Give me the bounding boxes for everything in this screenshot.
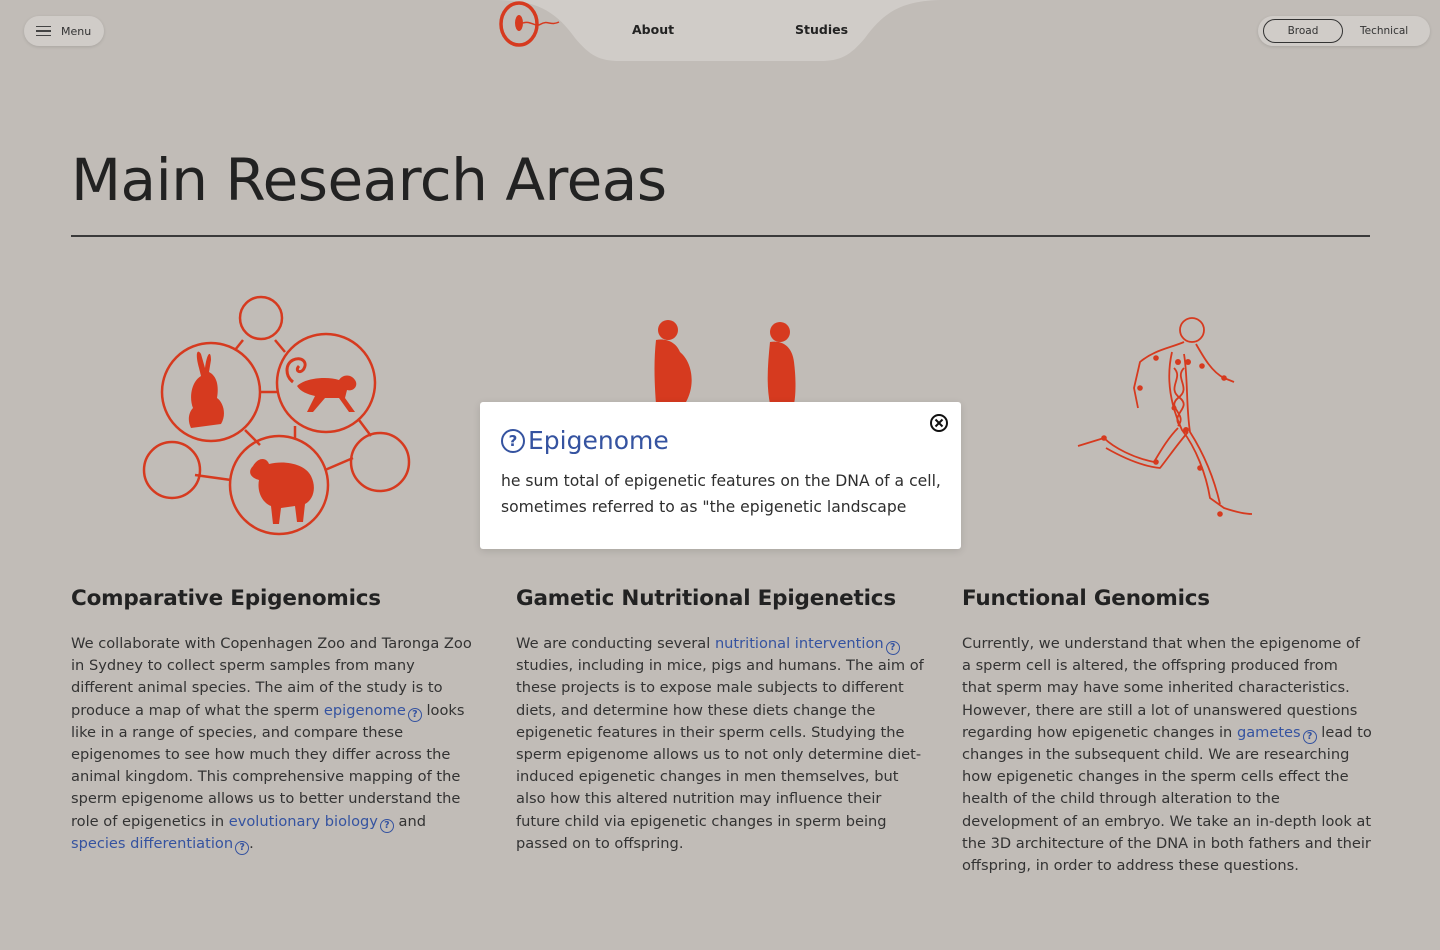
- logo-icon[interactable]: [495, 0, 561, 52]
- help-icon[interactable]: ?: [407, 707, 422, 722]
- toggle-technical-button[interactable]: Technical: [1360, 25, 1408, 37]
- help-icon: ?: [501, 428, 525, 453]
- column-title: Gametic Nutritional Epigenetics: [516, 586, 896, 611]
- column-title: Functional Genomics: [962, 586, 1210, 611]
- epigenome-link[interactable]: epigenome: [324, 702, 406, 719]
- nav-studies-link[interactable]: Studies: [795, 22, 848, 37]
- toggle-broad-button[interactable]: Broad: [1263, 19, 1343, 43]
- menu-button[interactable]: Menu: [24, 16, 104, 46]
- help-icon[interactable]: ?: [235, 840, 250, 855]
- column-comparative-epigenomics: Comparative Epigenomics We collaborate w…: [71, 586, 481, 855]
- column-functional-genomics: Functional Genomics Currently, we unders…: [962, 586, 1372, 877]
- gametes-link[interactable]: gametes: [1237, 724, 1301, 741]
- popup-body: he sum total of epigenetic features on t…: [501, 472, 941, 516]
- nutritional-intervention-link[interactable]: nutritional intervention: [715, 635, 884, 652]
- human-silhouettes-icon: [654, 320, 796, 404]
- audience-toggle: Broad Technical: [1258, 16, 1430, 46]
- species-differentiation-link[interactable]: species differentiation: [71, 835, 233, 852]
- column-text: We are conducting several nutritional in…: [516, 635, 924, 852]
- runner-dna-icon: [1077, 317, 1253, 517]
- close-icon[interactable]: [928, 412, 950, 434]
- column-text: We collaborate with Copenhagen Zoo and T…: [71, 635, 472, 855]
- help-icon[interactable]: ?: [379, 818, 394, 833]
- hamburger-icon: [36, 25, 51, 37]
- definition-popup: ? Epigenome he sum total of epigenetic f…: [480, 402, 961, 549]
- popup-title: ? Epigenome: [501, 426, 941, 455]
- column-text: Currently, we understand that when the e…: [962, 635, 1372, 875]
- help-icon[interactable]: ?: [885, 641, 900, 655]
- menu-label: Menu: [61, 24, 92, 38]
- popup-title-text: Epigenome: [528, 426, 669, 455]
- evolutionary-biology-link[interactable]: evolutionary biology: [229, 813, 378, 830]
- top-nav: About Studies: [495, 0, 945, 62]
- animal-network-icon: [142, 295, 411, 536]
- column-title: Comparative Epigenomics: [71, 586, 381, 611]
- title-divider: [71, 235, 1370, 237]
- nav-about-link[interactable]: About: [632, 22, 674, 37]
- column-gametic-nutritional-epigenetics: Gametic Nutritional Epigenetics We are c…: [516, 586, 926, 855]
- page-title: Main Research Areas: [71, 146, 667, 214]
- nav-tab-shape: [495, 0, 945, 61]
- help-icon[interactable]: ?: [1302, 729, 1317, 744]
